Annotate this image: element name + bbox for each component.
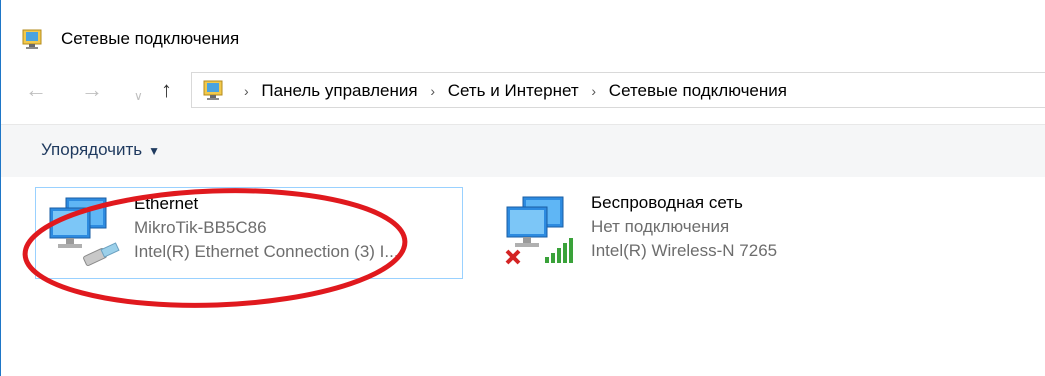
window-title: Сетевые подключения [61, 29, 240, 48]
breadcrumb-separator[interactable]: › [591, 83, 596, 99]
control-panel-icon [203, 80, 223, 100]
breadcrumb-network-internet[interactable]: Сеть и Интернет [448, 81, 579, 100]
organize-button[interactable]: Упорядочить ▼ [41, 140, 160, 160]
connection-wireless[interactable]: Беспроводная сеть Нет подключения Intel(… [493, 187, 823, 279]
wireless-adapter-icon [505, 196, 573, 265]
breadcrumb-separator[interactable]: › [430, 83, 435, 99]
signal-bars-icon [545, 238, 573, 263]
breadcrumb-network-connections[interactable]: Сетевые подключения [609, 81, 787, 100]
connection-wireless-text: Беспроводная сеть Нет подключения Intel(… [591, 191, 777, 263]
breadcrumb-control-panel[interactable]: Панель управления [261, 81, 417, 100]
connection-ethernet[interactable]: Ethernet MikroTik-BB5C86 Intel(R) Ethern… [35, 187, 463, 279]
command-bar: Упорядочить ▼ [1, 124, 1045, 178]
connections-list: Ethernet MikroTik-BB5C86 Intel(R) Ethern… [1, 177, 1045, 376]
ethernet-adapter-icon [49, 197, 120, 267]
up-arrow-icon[interactable]: ↑ [161, 76, 172, 104]
forward-arrow-icon[interactable]: → [81, 76, 103, 104]
connection-status: MikroTik-BB5C86 [134, 218, 267, 237]
connection-name: Беспроводная сеть [591, 193, 743, 212]
organize-label: Упорядочить [41, 140, 143, 159]
back-arrow-icon[interactable]: ← [25, 76, 47, 104]
connection-device: Intel(R) Wireless-N 7265 [591, 241, 778, 260]
breadcrumb: › Панель управления › Сеть и Интернет › … [236, 81, 787, 101]
address-bar: ← → ∨ ↑ › Панель управления › Сеть и Инт… [1, 66, 1045, 116]
network-connections-window: Сетевые подключения ← → ∨ ↑ › Панель упр… [0, 0, 1045, 376]
connection-device: Intel(R) Ethernet Connection (3) I... [134, 242, 399, 261]
title-bar: Сетевые подключения [1, 0, 1045, 58]
organize-caret-icon: ▼ [148, 144, 161, 158]
connection-name: Ethernet [134, 194, 199, 213]
disconnected-x-icon [505, 249, 521, 265]
connection-ethernet-text: Ethernet MikroTik-BB5C86 Intel(R) Ethern… [134, 192, 399, 264]
network-connections-icon [22, 29, 42, 49]
connection-status: Нет подключения [591, 217, 730, 236]
chevron-down-icon[interactable]: ∨ [134, 82, 143, 110]
address-box[interactable]: › Панель управления › Сеть и Интернет › … [191, 72, 1045, 108]
breadcrumb-separator[interactable]: › [244, 83, 249, 99]
